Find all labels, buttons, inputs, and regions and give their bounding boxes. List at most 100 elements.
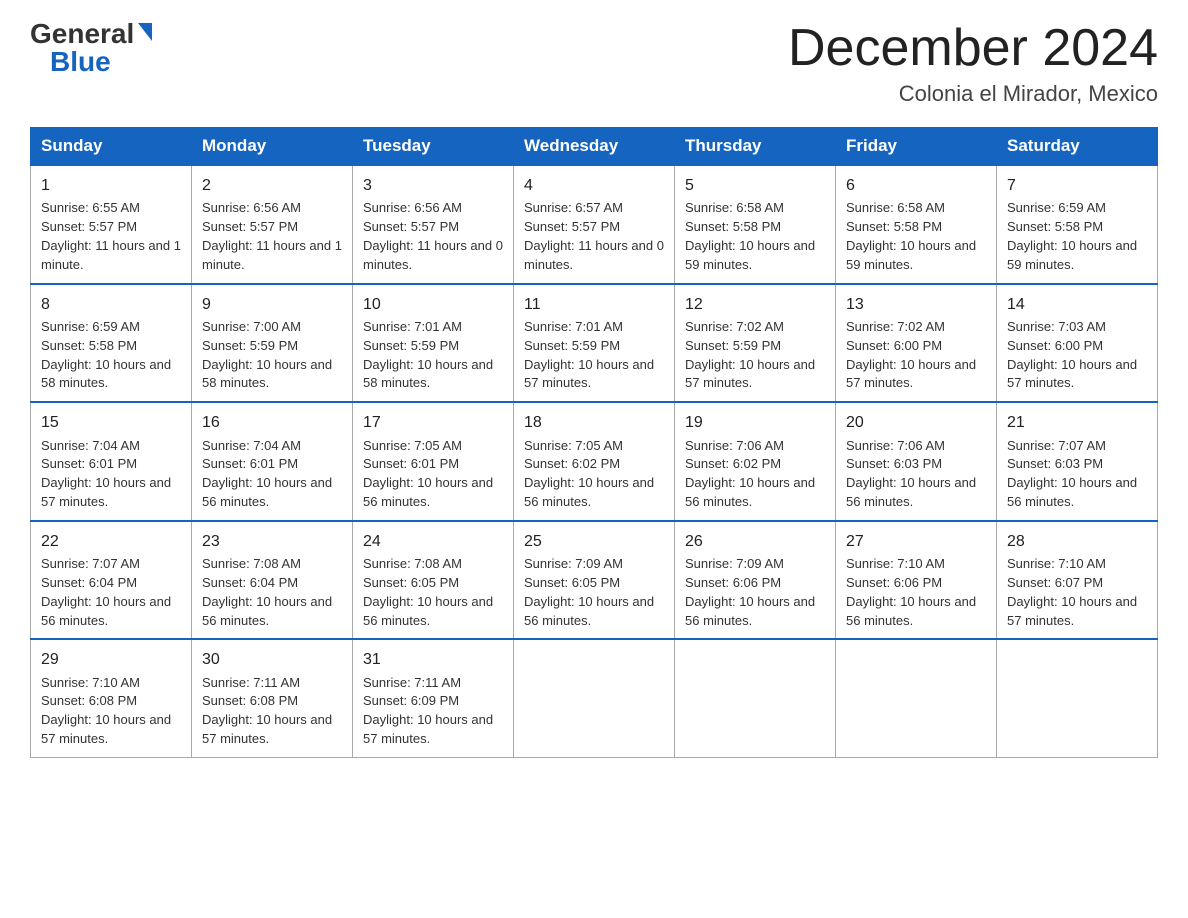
calendar-cell	[514, 639, 675, 757]
calendar-cell: 2Sunrise: 6:56 AMSunset: 5:57 PMDaylight…	[192, 165, 353, 284]
day-info: Sunrise: 7:07 AMSunset: 6:04 PMDaylight:…	[41, 556, 171, 628]
calendar-cell: 5Sunrise: 6:58 AMSunset: 5:58 PMDaylight…	[675, 165, 836, 284]
week-row-2: 8 Sunrise: 6:59 AMSunset: 5:58 PMDaylight…	[31, 284, 1158, 403]
header-friday: Friday	[836, 128, 997, 166]
day-info: Sunrise: 7:11 AMSunset: 6:09 PMDaylight:…	[363, 675, 493, 747]
day-info: Sunrise: 7:09 AMSunset: 6:06 PMDaylight:…	[685, 556, 815, 628]
day-number: 11	[524, 293, 664, 316]
header-row: SundayMondayTuesdayWednesdayThursdayFrid…	[31, 128, 1158, 166]
calendar-cell: 28 Sunrise: 7:10 AMSunset: 6:07 PMDayligh…	[997, 521, 1158, 640]
calendar-cell: 4Sunrise: 6:57 AMSunset: 5:57 PMDaylight…	[514, 165, 675, 284]
month-title: December 2024	[788, 20, 1158, 77]
location-subtitle: Colonia el Mirador, Mexico	[788, 81, 1158, 107]
day-number: 9	[202, 293, 342, 316]
week-row-1: 1 Sunrise: 6:55 AMSunset: 5:57 PMDaylight…	[31, 165, 1158, 284]
day-number: 3	[363, 174, 503, 197]
day-number: 14	[1007, 293, 1147, 316]
calendar-cell: 6 Sunrise: 6:58 AMSunset: 5:58 PMDaylight…	[836, 165, 997, 284]
day-info: Sunrise: 6:59 AMSunset: 5:58 PMDaylight:…	[41, 319, 171, 391]
day-info: Sunrise: 7:10 AMSunset: 6:06 PMDaylight:…	[846, 556, 976, 628]
logo-general-text: GeneralGeneral	[30, 20, 134, 48]
day-info: Sunrise: 7:04 AMSunset: 6:01 PMDaylight:…	[202, 438, 332, 510]
day-number: 17	[363, 411, 503, 434]
day-number: 30	[202, 648, 342, 671]
day-info: Sunrise: 7:04 AMSunset: 6:01 PMDaylight:…	[41, 438, 171, 510]
calendar-cell: 17 Sunrise: 7:05 AMSunset: 6:01 PMDayligh…	[353, 402, 514, 521]
calendar-header: SundayMondayTuesdayWednesdayThursdayFrid…	[31, 128, 1158, 166]
calendar-cell: 30 Sunrise: 7:11 AMSunset: 6:08 PMDayligh…	[192, 639, 353, 757]
day-info: Sunrise: 7:01 AMSunset: 5:59 PMDaylight:…	[524, 319, 654, 391]
day-info: Sunrise: 6:58 AMSunset: 5:58 PMDaylight:…	[685, 200, 815, 272]
calendar-table: SundayMondayTuesdayWednesdayThursdayFrid…	[30, 127, 1158, 758]
day-info: Sunrise: 6:56 AMSunset: 5:57 PMDaylight:…	[363, 200, 503, 272]
day-info: Sunrise: 6:58 AMSunset: 5:58 PMDaylight:…	[846, 200, 976, 272]
day-info: Sunrise: 7:05 AMSunset: 6:02 PMDaylight:…	[524, 438, 654, 510]
day-info: Sunrise: 6:57 AMSunset: 5:57 PMDaylight:…	[524, 200, 664, 272]
day-number: 25	[524, 530, 664, 553]
calendar-cell: 22 Sunrise: 7:07 AMSunset: 6:04 PMDayligh…	[31, 521, 192, 640]
day-info: Sunrise: 7:11 AMSunset: 6:08 PMDaylight:…	[202, 675, 332, 747]
day-number: 16	[202, 411, 342, 434]
day-number: 23	[202, 530, 342, 553]
day-number: 8	[41, 293, 181, 316]
week-row-3: 15 Sunrise: 7:04 AMSunset: 6:01 PMDayligh…	[31, 402, 1158, 521]
calendar-cell: 18 Sunrise: 7:05 AMSunset: 6:02 PMDayligh…	[514, 402, 675, 521]
calendar-cell: 9 Sunrise: 7:00 AMSunset: 5:59 PMDaylight…	[192, 284, 353, 403]
calendar-cell: 19 Sunrise: 7:06 AMSunset: 6:02 PMDayligh…	[675, 402, 836, 521]
day-number: 20	[846, 411, 986, 434]
calendar-cell: 10Sunrise: 7:01 AMSunset: 5:59 PMDayligh…	[353, 284, 514, 403]
calendar-cell: 27Sunrise: 7:10 AMSunset: 6:06 PMDayligh…	[836, 521, 997, 640]
day-number: 10	[363, 293, 503, 316]
day-number: 24	[363, 530, 503, 553]
calendar-cell: 31Sunrise: 7:11 AMSunset: 6:09 PMDayligh…	[353, 639, 514, 757]
day-info: Sunrise: 7:10 AMSunset: 6:08 PMDaylight:…	[41, 675, 171, 747]
calendar-cell: 1 Sunrise: 6:55 AMSunset: 5:57 PMDaylight…	[31, 165, 192, 284]
logo: GeneralGeneral Blue	[30, 20, 152, 76]
calendar-cell: 12Sunrise: 7:02 AMSunset: 5:59 PMDayligh…	[675, 284, 836, 403]
day-number: 28	[1007, 530, 1147, 553]
day-info: Sunrise: 7:08 AMSunset: 6:04 PMDaylight:…	[202, 556, 332, 628]
calendar-cell: 8 Sunrise: 6:59 AMSunset: 5:58 PMDaylight…	[31, 284, 192, 403]
day-info: Sunrise: 7:06 AMSunset: 6:02 PMDaylight:…	[685, 438, 815, 510]
day-number: 22	[41, 530, 181, 553]
calendar-cell: 16 Sunrise: 7:04 AMSunset: 6:01 PMDayligh…	[192, 402, 353, 521]
day-number: 6	[846, 174, 986, 197]
day-info: Sunrise: 7:02 AMSunset: 6:00 PMDaylight:…	[846, 319, 976, 391]
calendar-cell: 15 Sunrise: 7:04 AMSunset: 6:01 PMDayligh…	[31, 402, 192, 521]
header-monday: Monday	[192, 128, 353, 166]
day-info: Sunrise: 7:05 AMSunset: 6:01 PMDaylight:…	[363, 438, 493, 510]
week-row-5: 29 Sunrise: 7:10 AMSunset: 6:08 PMDayligh…	[31, 639, 1158, 757]
day-number: 15	[41, 411, 181, 434]
day-number: 2	[202, 174, 342, 197]
day-info: Sunrise: 7:00 AMSunset: 5:59 PMDaylight:…	[202, 319, 332, 391]
day-number: 21	[1007, 411, 1147, 434]
header-sunday: Sunday	[31, 128, 192, 166]
day-info: Sunrise: 7:10 AMSunset: 6:07 PMDaylight:…	[1007, 556, 1137, 628]
day-number: 26	[685, 530, 825, 553]
header-saturday: Saturday	[997, 128, 1158, 166]
calendar-cell: 3 Sunrise: 6:56 AMSunset: 5:57 PMDaylight…	[353, 165, 514, 284]
calendar-cell: 29 Sunrise: 7:10 AMSunset: 6:08 PMDayligh…	[31, 639, 192, 757]
day-info: Sunrise: 7:07 AMSunset: 6:03 PMDaylight:…	[1007, 438, 1137, 510]
calendar-cell: 24Sunrise: 7:08 AMSunset: 6:05 PMDayligh…	[353, 521, 514, 640]
calendar-cell: 7 Sunrise: 6:59 AMSunset: 5:58 PMDaylight…	[997, 165, 1158, 284]
calendar-cell: 21 Sunrise: 7:07 AMSunset: 6:03 PMDayligh…	[997, 402, 1158, 521]
calendar-cell: 13 Sunrise: 7:02 AMSunset: 6:00 PMDayligh…	[836, 284, 997, 403]
day-number: 1	[41, 174, 181, 197]
page-header: GeneralGeneral Blue December 2024 Coloni…	[30, 20, 1158, 107]
day-info: Sunrise: 6:55 AMSunset: 5:57 PMDaylight:…	[41, 200, 181, 272]
day-info: Sunrise: 7:06 AMSunset: 6:03 PMDaylight:…	[846, 438, 976, 510]
day-number: 19	[685, 411, 825, 434]
calendar-cell	[997, 639, 1158, 757]
week-row-4: 22 Sunrise: 7:07 AMSunset: 6:04 PMDayligh…	[31, 521, 1158, 640]
day-number: 29	[41, 648, 181, 671]
header-thursday: Thursday	[675, 128, 836, 166]
day-number: 7	[1007, 174, 1147, 197]
header-wednesday: Wednesday	[514, 128, 675, 166]
day-number: 18	[524, 411, 664, 434]
calendar-cell: 25Sunrise: 7:09 AMSunset: 6:05 PMDayligh…	[514, 521, 675, 640]
day-info: Sunrise: 6:59 AMSunset: 5:58 PMDaylight:…	[1007, 200, 1137, 272]
header-tuesday: Tuesday	[353, 128, 514, 166]
day-number: 13	[846, 293, 986, 316]
calendar-cell: 20 Sunrise: 7:06 AMSunset: 6:03 PMDayligh…	[836, 402, 997, 521]
